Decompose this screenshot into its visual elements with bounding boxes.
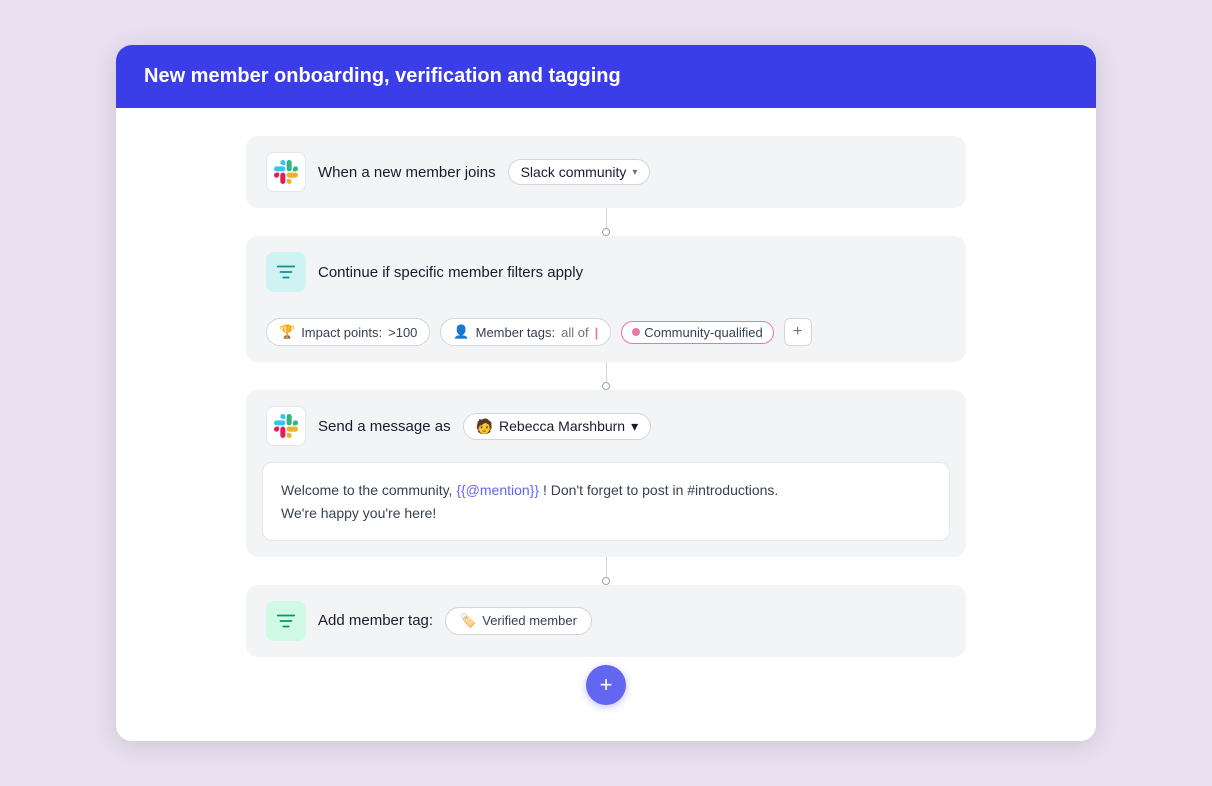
avatar: 🧑 — [476, 418, 493, 435]
block3-header: Send a message as 🧑 Rebecca Marshburn ▾ — [246, 390, 966, 462]
workflow-title: New member onboarding, verification and … — [144, 65, 621, 87]
block2-header: Continue if specific member filters appl… — [246, 236, 966, 308]
workflow-container: New member onboarding, verification and … — [116, 45, 1096, 741]
connector-1 — [606, 208, 607, 236]
block2-label: Continue if specific member filters appl… — [318, 264, 583, 281]
slack-community-dropdown[interactable]: Slack community ▾ — [508, 159, 651, 185]
message-suffix: ! Don't forget to post in #introductions… — [539, 482, 778, 498]
block1-header: When a new member joins Slack community … — [246, 136, 966, 208]
impact-label: Impact points: — [301, 325, 382, 340]
block1-label: When a new member joins — [318, 164, 496, 181]
tag-text: Verified member — [482, 613, 577, 628]
person-dropdown[interactable]: 🧑 Rebecca Marshburn ▾ — [463, 413, 652, 440]
workflow-header: New member onboarding, verification and … — [116, 45, 1096, 108]
connector-dot-3 — [602, 577, 610, 585]
tag-icon-small: 🏷️ — [460, 613, 476, 629]
filter-row: 🏆 Impact points: >100 👤 Member tags: all… — [246, 308, 966, 362]
community-qualified-tag[interactable]: Community-qualified — [621, 321, 774, 344]
person-icon: 👤 — [453, 324, 469, 340]
all-of-text: all of — [561, 325, 588, 340]
dropdown-chevron: ▾ — [632, 167, 637, 178]
block4-header: Add member tag: 🏷️ Verified member — [246, 585, 966, 657]
message-line2: We're happy you're here! — [281, 505, 436, 521]
filter-icon — [266, 252, 306, 292]
block4-tag-icon — [266, 601, 306, 641]
block4-label: Add member tag: — [318, 612, 433, 629]
add-block-icon: + — [600, 672, 613, 698]
impact-value: >100 — [388, 325, 417, 340]
message-content: Welcome to the community, {{@mention}} !… — [262, 462, 950, 541]
add-block-button[interactable]: + — [586, 665, 626, 705]
add-filter-button[interactable]: + — [784, 318, 812, 346]
tag-dot — [632, 328, 640, 336]
connector-3 — [606, 557, 607, 585]
block1-card: When a new member joins Slack community … — [246, 136, 966, 208]
block4-card: Add member tag: 🏷️ Verified member — [246, 585, 966, 657]
verified-member-tag[interactable]: 🏷️ Verified member — [445, 607, 592, 635]
tag-label: Community-qualified — [644, 325, 763, 340]
slack-community-label: Slack community — [521, 164, 627, 180]
member-tags-filter[interactable]: 👤 Member tags: all of | — [440, 318, 611, 346]
block3-slack-icon — [266, 406, 306, 446]
connector-2 — [606, 362, 607, 390]
person-chevron: ▾ — [631, 418, 638, 435]
qualifier-separator: | — [595, 325, 599, 340]
block2-card: Continue if specific member filters appl… — [246, 236, 966, 362]
block3-card: Send a message as 🧑 Rebecca Marshburn ▾ … — [246, 390, 966, 557]
connector-dot-1 — [602, 228, 610, 236]
slack-icon — [266, 152, 306, 192]
block3-label: Send a message as — [318, 418, 451, 435]
impact-points-filter[interactable]: 🏆 Impact points: >100 — [266, 318, 430, 346]
member-tags-label: Member tags: — [476, 325, 555, 340]
trophy-icon: 🏆 — [279, 324, 295, 340]
workflow-content: When a new member joins Slack community … — [116, 108, 1096, 741]
plus-icon: + — [793, 323, 802, 341]
message-prefix: Welcome to the community, — [281, 482, 456, 498]
person-name: Rebecca Marshburn — [499, 418, 625, 434]
mention-tag: {{@mention}} — [456, 482, 539, 498]
connector-dot-2 — [602, 382, 610, 390]
